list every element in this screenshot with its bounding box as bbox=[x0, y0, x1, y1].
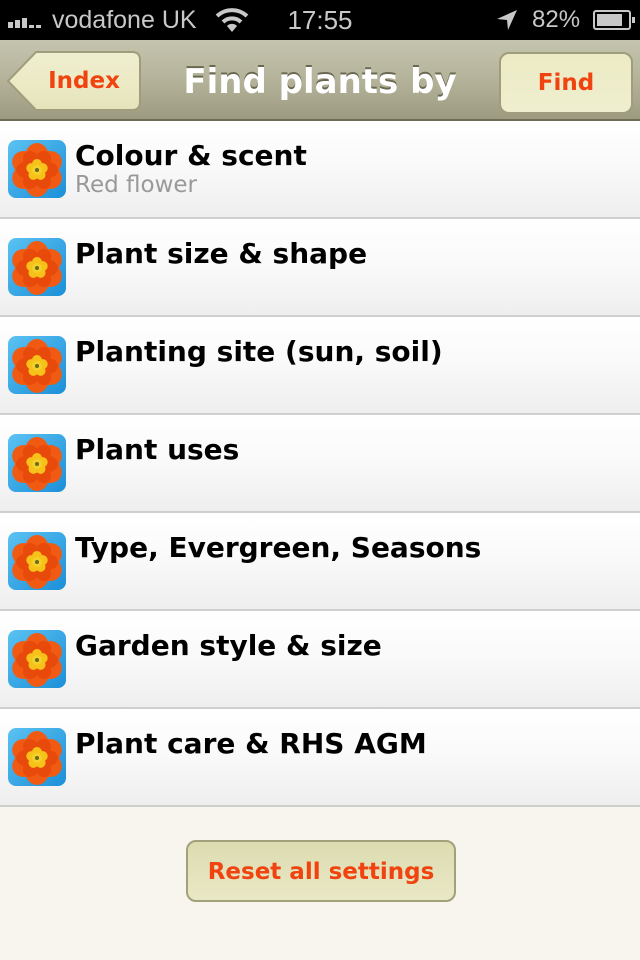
list-item-garden-style-size[interactable]: Garden style & size bbox=[0, 611, 640, 709]
flower-graphic bbox=[12, 633, 62, 687]
status-bar: vodafone UK 17:55 82% bbox=[0, 0, 640, 40]
list-item-type-evergreen-seasons[interactable]: Type, Evergreen, Seasons bbox=[0, 513, 640, 611]
battery-icon bbox=[593, 10, 635, 30]
flower-icon bbox=[8, 434, 66, 492]
find-button[interactable]: Find bbox=[499, 52, 633, 114]
list-item-title: Plant size & shape bbox=[75, 237, 368, 270]
index-back-button[interactable]: Index bbox=[6, 50, 142, 112]
location-arrow-icon bbox=[497, 10, 517, 30]
list-item-title: Planting site (sun, soil) bbox=[75, 335, 443, 368]
list-item-plant-size-shape[interactable]: Plant size & shape bbox=[0, 219, 640, 317]
list-item-title: Colour & scent bbox=[75, 139, 307, 172]
list-item-plant-uses[interactable]: Plant uses bbox=[0, 415, 640, 513]
page-title: Find plants by bbox=[183, 62, 457, 102]
list-item-planting-site[interactable]: Planting site (sun, soil) bbox=[0, 317, 640, 415]
flower-graphic bbox=[12, 241, 62, 295]
reset-all-settings-button[interactable]: Reset all settings bbox=[186, 840, 456, 902]
flower-graphic bbox=[12, 731, 62, 785]
list-item-colour-scent[interactable]: Colour & scent Red flower bbox=[0, 121, 640, 219]
index-back-label: Index bbox=[48, 68, 120, 94]
flower-graphic bbox=[12, 535, 62, 589]
list-item-title: Type, Evergreen, Seasons bbox=[75, 531, 482, 564]
flower-icon bbox=[8, 630, 66, 688]
flower-icon bbox=[8, 728, 66, 786]
flower-icon bbox=[8, 336, 66, 394]
flower-icon bbox=[8, 532, 66, 590]
filter-category-list: Colour & scent Red flower Plant size & s… bbox=[0, 121, 640, 807]
list-item-title: Plant care & RHS AGM bbox=[75, 727, 427, 760]
list-item-title: Plant uses bbox=[75, 433, 240, 466]
navigation-bar: Index Find plants by Find bbox=[0, 40, 640, 121]
flower-icon bbox=[8, 238, 66, 296]
flower-graphic bbox=[12, 143, 62, 197]
flower-graphic bbox=[12, 437, 62, 491]
list-item-title: Garden style & size bbox=[75, 629, 382, 662]
flower-icon bbox=[8, 140, 66, 198]
list-item-subtitle: Red flower bbox=[75, 172, 197, 198]
battery-level bbox=[597, 14, 622, 26]
flower-graphic bbox=[12, 339, 62, 393]
battery-percentage: 82% bbox=[532, 6, 581, 33]
list-item-plant-care-rhs-agm[interactable]: Plant care & RHS AGM bbox=[0, 709, 640, 807]
